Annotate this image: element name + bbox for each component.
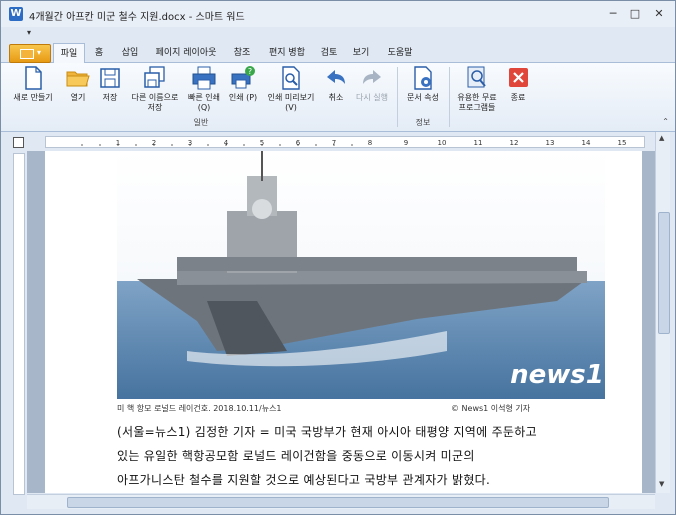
body-line: 있는 유일한 핵항공모함 로널드 레이건함을 중동으로 이동시켜 미군의 (117, 449, 475, 463)
app-menu-button[interactable]: ▾ (9, 44, 51, 63)
ruler-number: 13 (546, 139, 555, 147)
tab-mail-merge[interactable]: 편지 병합 (263, 45, 311, 62)
news1-watermark: news1 (510, 360, 604, 390)
print-button-label: 인쇄 (P) (228, 93, 258, 102)
chevron-down-icon: ▾ (37, 48, 42, 57)
quick-access-toolbar: ▾ (1, 28, 675, 42)
tab-file[interactable]: 파일 (53, 43, 85, 64)
group-label-info: 정보 (415, 118, 431, 127)
ruler-number: 5 (260, 139, 264, 147)
print-settings-icon: ? (230, 65, 256, 91)
horizontal-scroll-thumb[interactable] (67, 497, 609, 508)
caption-credit: © News1 이석형 기자 (451, 404, 531, 413)
horizontal-scrollbar[interactable] (27, 494, 655, 509)
save-as-button[interactable]: 다른 이름으로 저장 (127, 65, 183, 113)
title-bar: W 4개월간 아프칸 미군 철수 지원.docx - 스마트 워드 ─ □ ✕ (1, 1, 675, 27)
ruler-number: 9 (404, 139, 408, 147)
ruler-number: 14 (582, 139, 591, 147)
minimize-button[interactable]: ─ (605, 7, 621, 21)
close-button[interactable]: ✕ (651, 7, 667, 21)
new-button-label: 새로 만들기 (13, 93, 53, 102)
new-document-icon (20, 65, 46, 91)
ruler-number: 3 (188, 139, 192, 147)
tab-stop-selector[interactable] (13, 137, 24, 148)
tab-references[interactable]: 참조 (227, 45, 257, 62)
save-button-label: 저장 (102, 93, 118, 102)
quick-print-button-label: 빠른 인쇄 (Q) (188, 93, 220, 112)
tab-help[interactable]: 도움말 (381, 45, 419, 62)
redo-button-label: 다시 실행 (356, 93, 388, 102)
body-line: (서울=뉴스1) 김정한 기자 = 미국 국방부가 현재 아시아 태평양 지역에… (117, 425, 537, 439)
vertical-ruler[interactable] (13, 153, 25, 495)
exit-button-label: 종료 (510, 93, 526, 102)
ruler-number: 8 (368, 139, 372, 147)
group-separator (397, 67, 398, 127)
group-label-general: 일반 (193, 118, 209, 127)
document-properties-button[interactable]: 문서 속성 (403, 65, 443, 103)
tab-home[interactable]: 홈 (87, 45, 111, 62)
app-logo-icon: W (9, 7, 23, 21)
free-programs-icon (464, 65, 490, 91)
ruler-number: 7 (332, 139, 336, 147)
ruler-bar: 1 2 3 4 5 6 7 8 9 10 11 12 13 14 15 (1, 132, 675, 150)
new-button[interactable]: 새로 만들기 (11, 65, 55, 103)
open-button[interactable]: 열기 (61, 65, 95, 103)
ruler-number: 10 (438, 139, 447, 147)
exit-icon (505, 65, 531, 91)
vertical-scrollbar[interactable]: ▲ ▼ (655, 132, 670, 493)
save-icon (97, 65, 123, 91)
scroll-down-icon[interactable]: ▼ (659, 480, 664, 488)
redo-button[interactable]: 다시 실행 (353, 65, 391, 103)
print-preview-button-label: 인쇄 미리보기 (V) (267, 93, 315, 112)
free-programs-button[interactable]: 유용한 무료 프로그램들 (453, 65, 501, 113)
scroll-up-icon[interactable]: ▲ (659, 134, 664, 142)
save-as-icon (142, 65, 168, 91)
ribbon: 새로 만들기 열기 저장 다른 이름으로 저장 빠른 인쇄 (Q) ? 인쇄 (… (1, 63, 675, 132)
collapse-ribbon-icon[interactable]: ⌃ (662, 117, 669, 126)
ruler-number: 12 (510, 139, 519, 147)
window-title: 4개월간 아프칸 미군 철수 지원.docx - 스마트 워드 (29, 12, 245, 23)
folder-icon (65, 65, 91, 91)
svg-text:?: ? (248, 67, 252, 76)
tab-review[interactable]: 검토 (315, 45, 343, 62)
horizontal-ruler[interactable]: 1 2 3 4 5 6 7 8 9 10 11 12 13 14 15 (45, 136, 645, 148)
maximize-button[interactable]: □ (627, 7, 643, 21)
undo-button-label: 취소 (328, 93, 344, 102)
ruler-number: 11 (474, 139, 483, 147)
free-programs-label: 유용한 무료 프로그램들 (457, 93, 497, 112)
save-button[interactable]: 저장 (95, 65, 125, 103)
group-separator (449, 67, 450, 127)
ruler-number: 6 (296, 139, 301, 147)
document-canvas: news1 미 핵 항모 로널드 레이건호. 2018.10.11/뉴스1 © … (27, 151, 655, 493)
ruler-number: 1 (116, 139, 120, 147)
caption-left: 미 핵 항모 로널드 레이건호. 2018.10.11/뉴스1 (117, 404, 282, 413)
document-properties-label: 문서 속성 (407, 93, 439, 102)
quick-print-button[interactable]: 빠른 인쇄 (Q) (185, 65, 223, 113)
aircraft-carrier-photo[interactable]: news1 (117, 151, 605, 399)
undo-button[interactable]: 취소 (319, 65, 353, 103)
exit-button[interactable]: 종료 (503, 65, 533, 103)
app-window: W 4개월간 아프칸 미군 철수 지원.docx - 스마트 워드 ─ □ ✕ … (0, 0, 676, 515)
document-icon (20, 49, 34, 59)
undo-icon (323, 65, 349, 91)
body-line: 아프가니스탄 철수를 지원할 것으로 예상된다고 국방부 관계자가 밝혔다. (117, 473, 491, 487)
print-button[interactable]: ? 인쇄 (P) (225, 65, 261, 103)
redo-icon (359, 65, 385, 91)
document-properties-icon (410, 65, 436, 91)
ribbon-tabs: ▾ 파일 홈 삽입 페이지 레이아웃 참조 편지 병합 검토 보기 도움말 (1, 42, 675, 64)
vertical-scroll-thumb[interactable] (658, 212, 670, 334)
tab-page-layout[interactable]: 페이지 레이아웃 (151, 45, 221, 62)
tab-insert[interactable]: 삽입 (115, 45, 145, 62)
ruler-number: 4 (224, 139, 229, 147)
print-preview-button[interactable]: 인쇄 미리보기 (V) (263, 65, 319, 113)
customize-toolbar-icon[interactable]: ▾ (27, 28, 31, 37)
ruler-number: 15 (618, 139, 627, 147)
open-button-label: 열기 (70, 93, 86, 102)
print-preview-icon (278, 65, 304, 91)
ruler-number: 2 (152, 139, 156, 147)
document-page[interactable]: news1 미 핵 항모 로널드 레이건호. 2018.10.11/뉴스1 © … (45, 151, 642, 493)
tab-view[interactable]: 보기 (347, 45, 375, 62)
printer-icon (191, 65, 217, 91)
save-as-button-label: 다른 이름으로 저장 (131, 93, 179, 112)
